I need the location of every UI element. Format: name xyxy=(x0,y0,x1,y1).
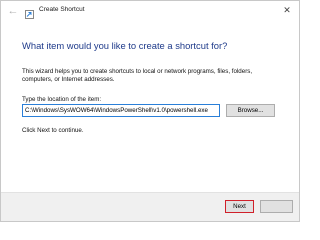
footer-bar: Next xyxy=(1,192,299,221)
close-icon[interactable]: ✕ xyxy=(281,4,293,16)
shortcut-app-icon xyxy=(25,6,34,19)
create-shortcut-window: ← Create Shortcut ✕ What item would you … xyxy=(0,0,300,222)
title-bar: ← Create Shortcut ✕ xyxy=(1,1,299,21)
wizard-description: This wizard helps you to create shortcut… xyxy=(22,68,253,84)
continue-hint: Click Next to continue. xyxy=(22,127,84,134)
cancel-button[interactable] xyxy=(260,200,293,213)
next-button[interactable]: Next xyxy=(225,200,254,213)
back-arrow-icon[interactable]: ← xyxy=(7,5,19,17)
page-heading: What item would you like to create a sho… xyxy=(22,40,228,51)
window-title: Create Shortcut xyxy=(39,6,85,13)
browse-button[interactable]: Browse... xyxy=(226,104,275,117)
location-label: Type the location of the item: xyxy=(22,96,102,103)
location-input[interactable] xyxy=(22,104,220,117)
